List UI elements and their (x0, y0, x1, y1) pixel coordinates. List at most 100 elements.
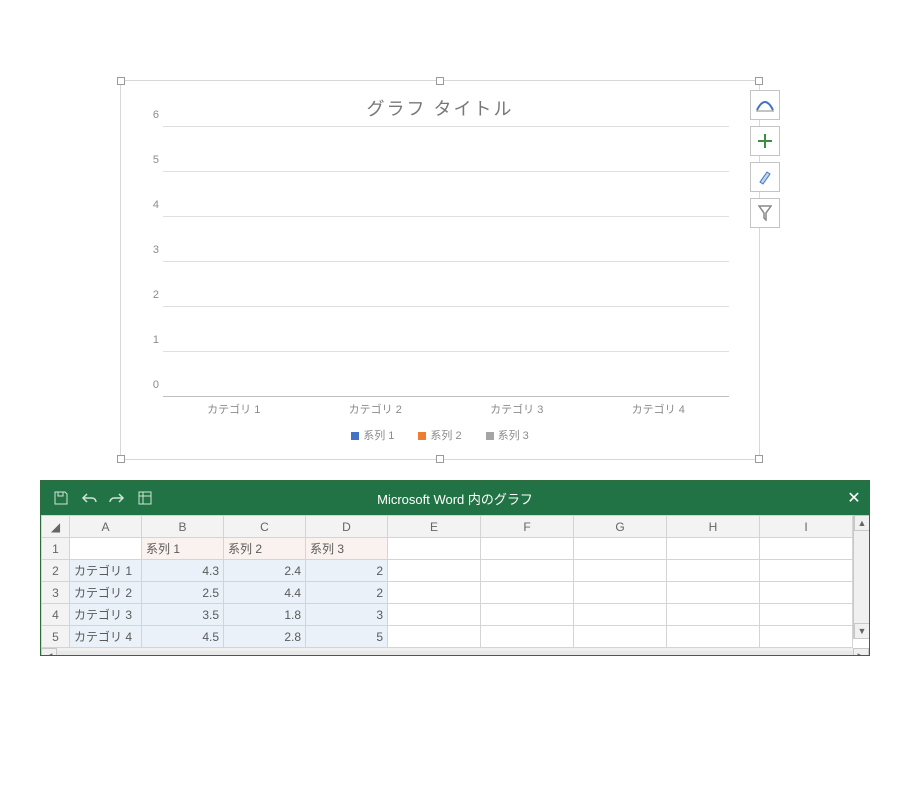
legend-item[interactable]: 系列 3 (486, 427, 529, 443)
row-header[interactable]: 5 (42, 626, 70, 648)
col-header[interactable]: C (224, 516, 306, 538)
close-button[interactable]: ✕ (839, 488, 869, 508)
cell[interactable] (70, 538, 142, 560)
cell[interactable]: 系列 3 (306, 538, 388, 560)
cell[interactable] (388, 538, 481, 560)
cell[interactable] (667, 582, 760, 604)
select-all-corner[interactable]: ◢ (42, 516, 70, 538)
cell[interactable] (760, 626, 853, 648)
table-row: 3 カテゴリ 2 2.5 4.4 2 (42, 582, 853, 604)
cell[interactable] (388, 604, 481, 626)
chart-tool-buttons (750, 90, 780, 228)
cell[interactable]: カテゴリ 3 (70, 604, 142, 626)
row-header[interactable]: 4 (42, 604, 70, 626)
row-header[interactable]: 3 (42, 582, 70, 604)
cell[interactable]: カテゴリ 4 (70, 626, 142, 648)
cell[interactable] (388, 560, 481, 582)
x-axis-label: カテゴリ 4 (632, 401, 685, 417)
row-header[interactable]: 2 (42, 560, 70, 582)
scroll-up-icon[interactable]: ▲ (854, 515, 869, 531)
cell[interactable]: 3 (306, 604, 388, 626)
col-header[interactable]: D (306, 516, 388, 538)
cell[interactable] (481, 582, 574, 604)
cell[interactable] (388, 626, 481, 648)
chart-title[interactable]: グラフ タイトル (121, 81, 759, 127)
cell[interactable] (667, 604, 760, 626)
chart-plot-area[interactable]: 0 1 2 3 4 5 6 (163, 127, 729, 397)
cell[interactable] (667, 538, 760, 560)
vertical-scrollbar[interactable]: ▲ ▼ (853, 515, 869, 639)
cell[interactable]: 5 (306, 626, 388, 648)
cell[interactable]: 2.4 (224, 560, 306, 582)
cell[interactable] (388, 582, 481, 604)
cell[interactable]: カテゴリ 2 (70, 582, 142, 604)
table-row: 1 系列 1 系列 2 系列 3 (42, 538, 853, 560)
cell[interactable]: 2 (306, 560, 388, 582)
col-header[interactable]: B (142, 516, 224, 538)
cell[interactable] (481, 560, 574, 582)
cell[interactable] (760, 604, 853, 626)
table-row: 2 カテゴリ 1 4.3 2.4 2 (42, 560, 853, 582)
horizontal-scrollbar[interactable]: ◀ ▶ (41, 648, 869, 655)
chart-elements-button[interactable] (750, 126, 780, 156)
cell[interactable]: カテゴリ 1 (70, 560, 142, 582)
cell[interactable] (760, 582, 853, 604)
cell[interactable] (574, 604, 667, 626)
col-header[interactable]: H (667, 516, 760, 538)
cell[interactable] (574, 560, 667, 582)
cell[interactable] (574, 582, 667, 604)
cell[interactable]: 4.5 (142, 626, 224, 648)
cell[interactable] (667, 626, 760, 648)
x-axis-label: カテゴリ 3 (490, 401, 543, 417)
col-header[interactable]: I (760, 516, 853, 538)
col-header[interactable]: E (388, 516, 481, 538)
y-axis: 0 1 2 3 4 5 6 (139, 127, 159, 397)
scroll-right-icon[interactable]: ▶ (853, 648, 869, 655)
excel-titlebar[interactable]: Microsoft Word 内のグラフ ✕ (41, 481, 869, 515)
edit-data-icon[interactable] (135, 488, 155, 508)
window-title: Microsoft Word 内のグラフ (41, 489, 869, 508)
chart-data-window: Microsoft Word 内のグラフ ✕ ▲ ▼ ◢ A B C D E F… (40, 480, 870, 656)
scroll-left-icon[interactable]: ◀ (41, 648, 57, 655)
save-icon[interactable] (51, 488, 71, 508)
col-header[interactable]: G (574, 516, 667, 538)
cell[interactable] (574, 538, 667, 560)
cell[interactable]: 1.8 (224, 604, 306, 626)
bars-area (163, 127, 729, 397)
redo-icon[interactable] (107, 488, 127, 508)
cell[interactable] (481, 538, 574, 560)
col-header[interactable]: A (70, 516, 142, 538)
row-header[interactable]: 1 (42, 538, 70, 560)
x-axis: カテゴリ 1 カテゴリ 2 カテゴリ 3 カテゴリ 4 (163, 401, 729, 417)
cell[interactable]: 2.5 (142, 582, 224, 604)
cell[interactable] (574, 626, 667, 648)
worksheet[interactable]: ▲ ▼ ◢ A B C D E F G H I 1 (41, 515, 869, 655)
cell[interactable]: 2 (306, 582, 388, 604)
chart-filters-button[interactable] (750, 198, 780, 228)
cell[interactable]: 4.3 (142, 560, 224, 582)
cell[interactable]: 3.5 (142, 604, 224, 626)
chart-styles-button[interactable] (750, 162, 780, 192)
table-row: 5 カテゴリ 4 4.5 2.8 5 (42, 626, 853, 648)
cell[interactable] (481, 604, 574, 626)
x-axis-label: カテゴリ 1 (207, 401, 260, 417)
chart-object[interactable]: グラフ タイトル 0 1 2 3 4 5 6 (120, 80, 760, 460)
legend-item[interactable]: 系列 2 (418, 427, 461, 443)
document-canvas: グラフ タイトル 0 1 2 3 4 5 6 (0, 0, 910, 470)
col-header[interactable]: F (481, 516, 574, 538)
cell[interactable] (481, 626, 574, 648)
cell[interactable] (667, 560, 760, 582)
x-axis-label: カテゴリ 2 (349, 401, 402, 417)
table-row: 4 カテゴリ 3 3.5 1.8 3 (42, 604, 853, 626)
cell[interactable]: 系列 1 (142, 538, 224, 560)
chart-legend[interactable]: 系列 1 系列 2 系列 3 (121, 427, 759, 443)
cell[interactable]: 4.4 (224, 582, 306, 604)
cell[interactable] (760, 538, 853, 560)
cell[interactable]: 2.8 (224, 626, 306, 648)
cell[interactable]: 系列 2 (224, 538, 306, 560)
undo-icon[interactable] (79, 488, 99, 508)
cell[interactable] (760, 560, 853, 582)
layout-options-button[interactable] (750, 90, 780, 120)
scroll-down-icon[interactable]: ▼ (854, 623, 869, 639)
legend-item[interactable]: 系列 1 (351, 427, 394, 443)
